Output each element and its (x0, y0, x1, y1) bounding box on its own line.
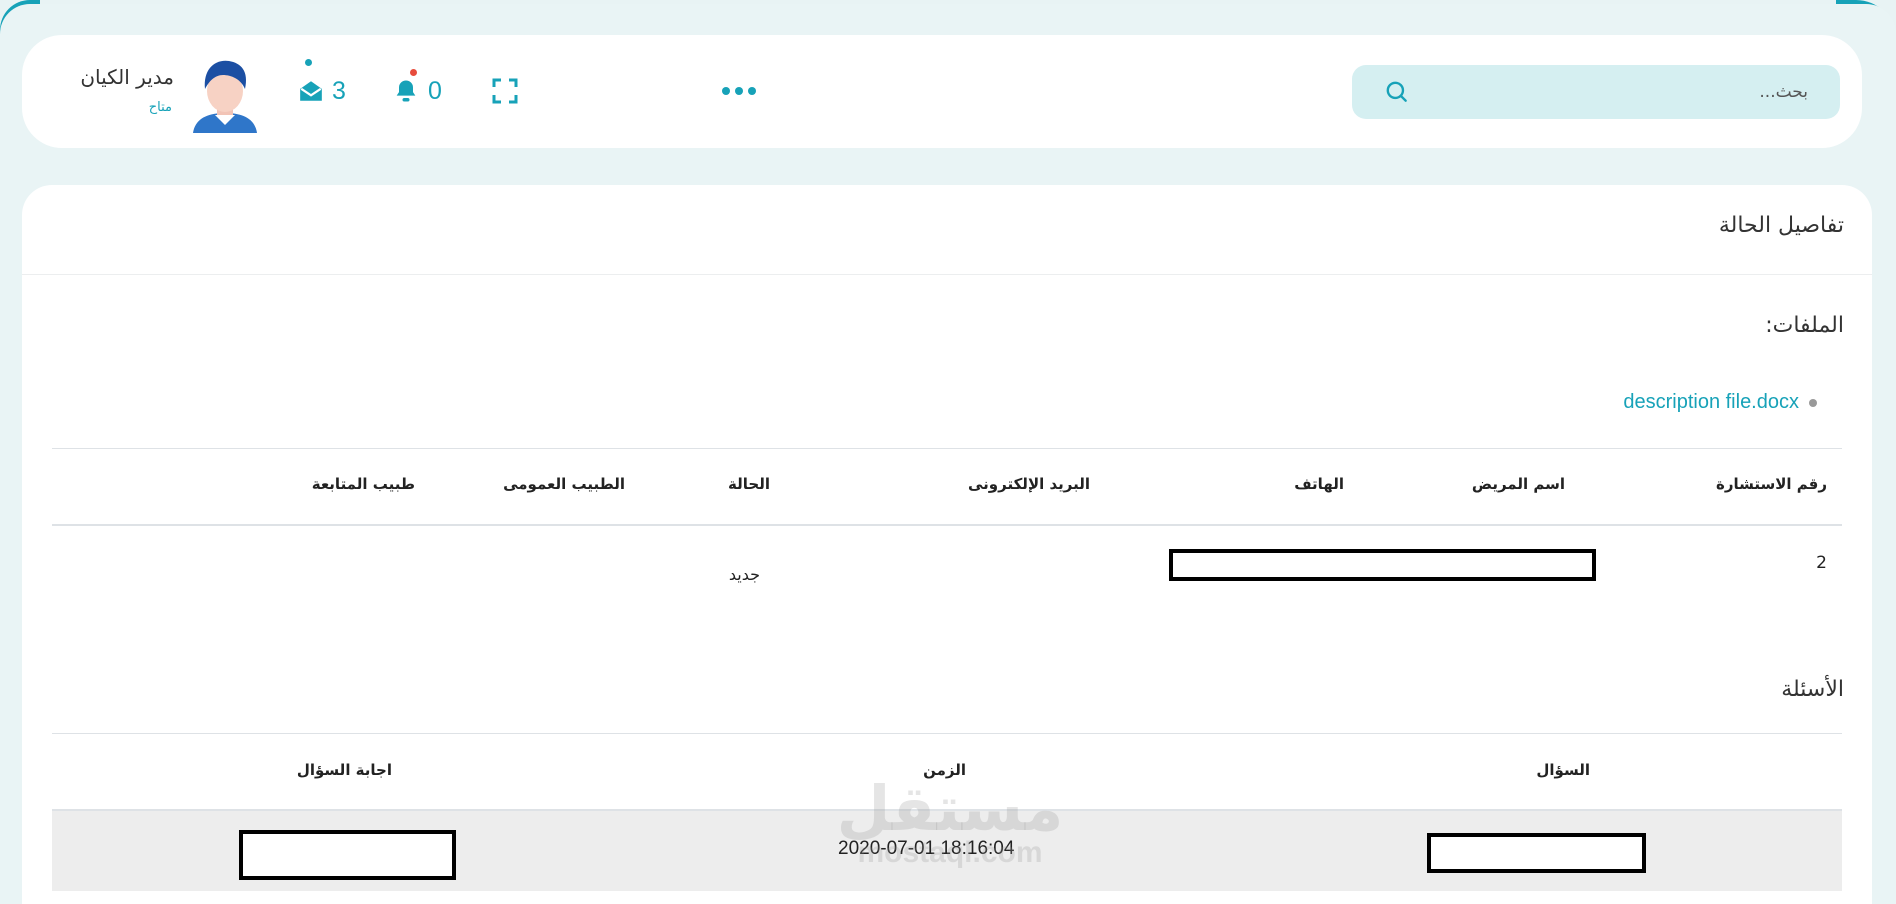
column-header-general-doctor: الطبيب العمومى (503, 475, 625, 493)
messages-button[interactable]: 3 (298, 59, 346, 109)
messages-count: 3 (332, 76, 346, 105)
user-name: مدير الكيان (80, 65, 174, 89)
bell-icon (396, 80, 416, 102)
redacted-box (239, 830, 456, 880)
column-header-answer: اجابة السؤال (296, 761, 392, 779)
user-status: متاح (148, 100, 172, 115)
envelope-open-icon (300, 81, 322, 101)
table-top-border (52, 733, 1842, 734)
file-name[interactable]: description file.docx (1623, 391, 1799, 414)
fullscreen-icon[interactable] (492, 78, 518, 104)
files-label: الملفات: (1765, 313, 1844, 338)
notifications-button[interactable]: 0 (392, 69, 442, 109)
notification-dot (410, 69, 417, 76)
column-header-status: الحالة (728, 475, 770, 493)
table-top-border (52, 448, 1842, 449)
status-value: جديد (728, 565, 760, 584)
avatar[interactable] (185, 53, 265, 133)
column-header-phone: الهاتف (1294, 475, 1344, 493)
bullet-icon (1809, 398, 1817, 407)
search-input[interactable]: بحث... (1410, 82, 1808, 102)
page-title: تفاصيل الحالة (1718, 213, 1844, 238)
questions-label: الأسئلة (1781, 677, 1844, 702)
redacted-box (1427, 833, 1646, 873)
column-header-followup-doctor: طبيب المتابعة (311, 475, 415, 493)
divider (22, 274, 1872, 275)
top-header: بحث... 0 3 مدير الكيان متاح (22, 35, 1862, 148)
watermark-latin: mostaql.com (857, 836, 1043, 869)
more-options-icon[interactable] (719, 83, 763, 99)
search-icon[interactable] (1384, 79, 1410, 105)
watermark-arabic: مستقل (836, 772, 1064, 845)
column-header-question: السؤال (1536, 761, 1590, 779)
column-header-patient-name: اسم المريض (1471, 475, 1565, 493)
redacted-box (1169, 549, 1596, 581)
column-header-consult-no: رقم الاستشارة (1715, 475, 1827, 493)
table-header-border (52, 524, 1842, 526)
notifications-count: 0 (428, 76, 442, 105)
file-link[interactable]: description file.docx (1623, 391, 1817, 414)
message-dot (305, 59, 312, 66)
column-header-email: البريد الإلكترونى (968, 475, 1090, 493)
watermark: مستقل mostaql.com (835, 772, 1065, 869)
search-box[interactable]: بحث... (1352, 65, 1840, 119)
consult-no-value: 2 (1816, 553, 1827, 573)
